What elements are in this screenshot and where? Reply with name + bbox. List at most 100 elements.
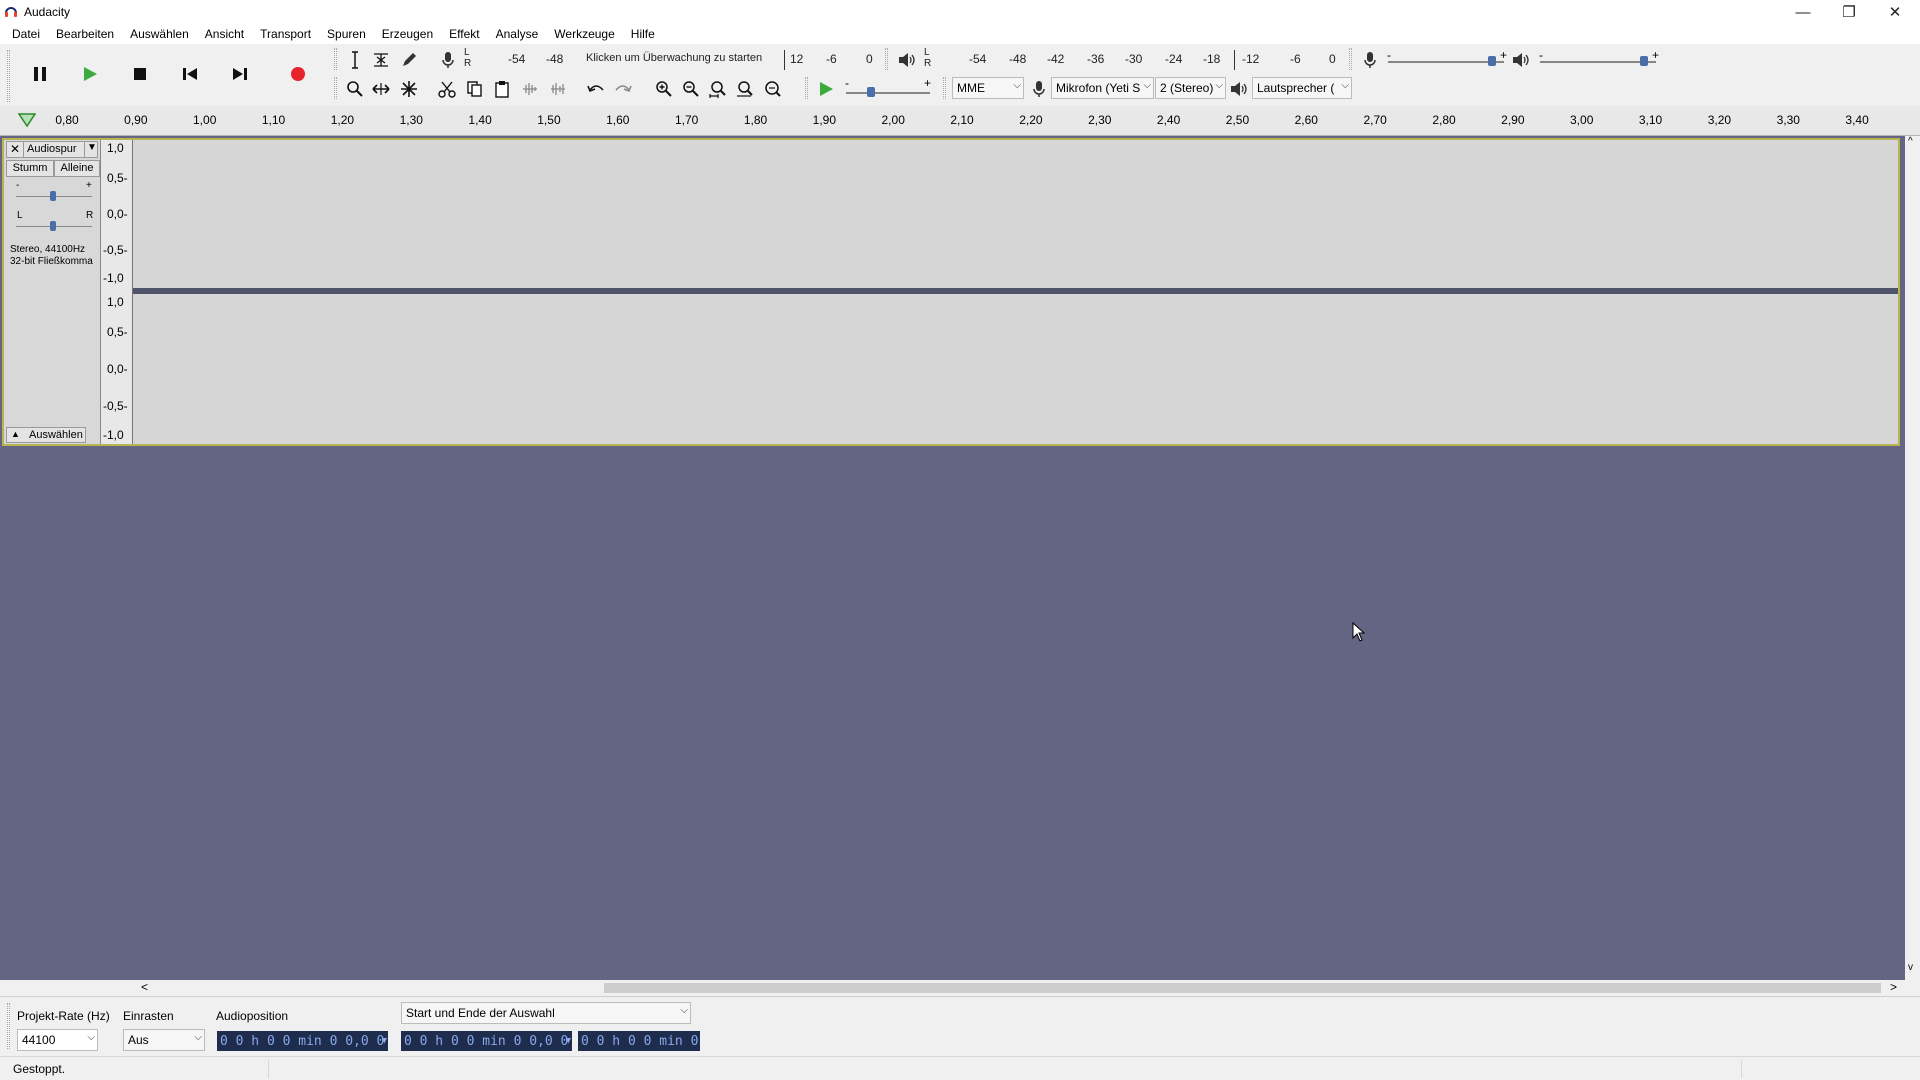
audio-track[interactable]: ✕ Audiospur ▼ Stumm Alleine - + L R Ster… [2, 138, 1900, 446]
trim-button[interactable] [518, 77, 542, 101]
record-meter[interactable]: -54 -48 Klicken um Überwachung zu starte… [474, 52, 803, 68]
menu-transport[interactable]: Transport [252, 24, 319, 44]
toolbar-grip[interactable] [334, 77, 337, 99]
record-meter-tick: -6 [826, 52, 837, 66]
mute-button[interactable]: Stumm [6, 160, 54, 177]
fit-selection-button[interactable] [706, 77, 730, 101]
audio-position-display[interactable]: 0 0 h 0 0 min 0 0,0 0 0 sec ▼ [217, 1031, 388, 1051]
copy-button[interactable] [463, 77, 487, 101]
menu-datei[interactable]: Datei [4, 24, 48, 44]
playback-meter-button[interactable] [895, 48, 919, 72]
selection-tool[interactable] [343, 48, 367, 72]
play-button[interactable] [68, 52, 112, 96]
scroll-up-button[interactable]: ^ [1908, 136, 1913, 147]
toolbar-grip[interactable] [943, 77, 946, 99]
menu-ansicht[interactable]: Ansicht [197, 24, 252, 44]
envelope-tool[interactable] [369, 48, 393, 72]
redo-button[interactable] [611, 77, 635, 101]
cut-button[interactable] [435, 77, 459, 101]
silence-button[interactable] [546, 77, 570, 101]
selection-mode-select[interactable]: Start und Ende der Auswahl ⌵ [401, 1002, 691, 1024]
vertical-scrollbar[interactable]: ^ v [1905, 136, 1920, 980]
skip-to-end-button[interactable] [218, 52, 262, 96]
record-button[interactable] [276, 52, 320, 96]
playback-volume-slider[interactable] [1540, 61, 1656, 63]
selection-start-display[interactable]: 0 0 h 0 0 min 0 0,0 0 0 sec ▼ [401, 1031, 572, 1051]
stop-button[interactable] [118, 52, 162, 96]
zoom-in-button[interactable] [652, 77, 676, 101]
maximize-button[interactable]: ❐ [1826, 0, 1872, 24]
zoom-tool[interactable] [343, 77, 367, 101]
solo-button[interactable]: Alleine [54, 160, 100, 177]
record-volume-button[interactable] [1358, 48, 1382, 72]
playback-meter-right-label: R [924, 58, 932, 69]
triangle-down-icon [17, 113, 37, 128]
toolbar-grip[interactable] [334, 48, 337, 70]
text-cursor-icon [352, 51, 358, 69]
menu-effekt[interactable]: Effekt [441, 24, 487, 44]
play-head-marker[interactable] [17, 112, 37, 131]
selection-end-display[interactable]: 0 0 h 0 0 min 0 0,0 0 [578, 1031, 700, 1051]
input-channels-value: 2 (Stereo) [1160, 81, 1214, 95]
input-device-select[interactable]: Mikrofon (Yeti S ⌵ [1051, 77, 1154, 99]
playback-volume-plus: + [1652, 48, 1660, 62]
playback-volume-knob[interactable] [1640, 56, 1649, 66]
track-panel[interactable]: ✕ Audiospur ▼ Stumm Alleine - + L R Ster… [0, 136, 1905, 980]
waveform-right-channel[interactable] [133, 294, 1898, 444]
playback-volume-button[interactable] [1509, 48, 1533, 72]
play-speed-knob[interactable] [867, 87, 876, 97]
output-device-select[interactable]: Lautsprecher ( ⌵ [1252, 77, 1352, 99]
input-channels-select[interactable]: 2 (Stereo) ⌵ [1155, 77, 1226, 99]
multi-tool[interactable] [397, 77, 421, 101]
time-shift-tool[interactable] [369, 77, 393, 101]
click-to-monitor-label[interactable]: Klicken um Überwachung zu starten [586, 52, 762, 64]
minimize-button[interactable]: — [1780, 0, 1826, 24]
menu-analyse[interactable]: Analyse [488, 24, 547, 44]
timeline-ruler[interactable]: 0,80 0,90 1,00 1,10 1,20 1,30 1,40 1,50 1,60 1,70… [0, 106, 1920, 136]
pause-button[interactable] [18, 52, 62, 96]
draw-tool[interactable] [397, 48, 421, 72]
scroll-right-button[interactable]: > [1890, 980, 1897, 994]
menu-hilfe[interactable]: Hilfe [623, 24, 663, 44]
fit-project-button[interactable] [733, 77, 757, 101]
toolbar-grip[interactable] [1349, 48, 1352, 70]
record-meter-button[interactable] [436, 48, 460, 72]
scroll-left-button[interactable]: < [141, 980, 148, 994]
toolbar-grip[interactable] [805, 77, 808, 99]
project-rate-select[interactable]: 44100 ⌵ [17, 1029, 98, 1051]
menu-erzeugen[interactable]: Erzeugen [374, 24, 441, 44]
play-speed-slider[interactable] [846, 92, 930, 94]
stop-icon [134, 68, 146, 80]
waveform-left-channel[interactable] [133, 140, 1898, 288]
pan-knob[interactable] [50, 221, 56, 231]
menu-spuren[interactable]: Spuren [319, 24, 374, 44]
record-volume-slider[interactable] [1388, 61, 1504, 63]
toolbar-grip[interactable] [7, 1003, 10, 1049]
track-close-button[interactable]: ✕ [10, 142, 20, 156]
menu-werkzeuge[interactable]: Werkzeuge [546, 24, 622, 44]
close-button[interactable]: ✕ [1872, 0, 1918, 24]
play-at-speed-button[interactable] [814, 77, 838, 101]
zoom-toggle-button[interactable] [761, 77, 785, 101]
gain-knob[interactable] [50, 191, 56, 201]
track-select-button[interactable]: ▲ Auswählen [6, 427, 86, 443]
snap-select[interactable]: Aus ⌵ [123, 1029, 205, 1051]
audio-host-select[interactable]: MME ⌵ [952, 77, 1024, 99]
toolbar-grip[interactable] [885, 48, 888, 70]
horizontal-scroll-thumb[interactable] [604, 983, 1881, 993]
toolbar-grip[interactable] [7, 50, 10, 102]
chevron-down-icon[interactable]: ▼ [87, 142, 97, 153]
track-name-menu[interactable]: Audiospur [23, 142, 85, 157]
menu-bearbeiten[interactable]: Bearbeiten [48, 24, 122, 44]
undo-button[interactable] [584, 77, 608, 101]
menu-auswaehlen[interactable]: Auswählen [122, 24, 197, 44]
amplitude-scale[interactable]: 1,0 0,5- 0,0- -0,5- -1,0 1,0 0,5- 0,0- -… [101, 140, 133, 444]
zoom-out-button[interactable] [679, 77, 703, 101]
skip-to-start-button[interactable] [168, 52, 212, 96]
collapse-arrow-icon[interactable]: ▲ [11, 429, 20, 439]
scroll-down-button[interactable]: v [1908, 962, 1913, 973]
paste-button[interactable] [490, 77, 514, 101]
horizontal-scrollbar[interactable]: < > [0, 980, 1905, 996]
record-volume-knob[interactable] [1488, 56, 1497, 66]
playback-meter[interactable]: -54 -48 -42 -36 -30 -24 -18 -12 -6 0 [935, 52, 1345, 68]
